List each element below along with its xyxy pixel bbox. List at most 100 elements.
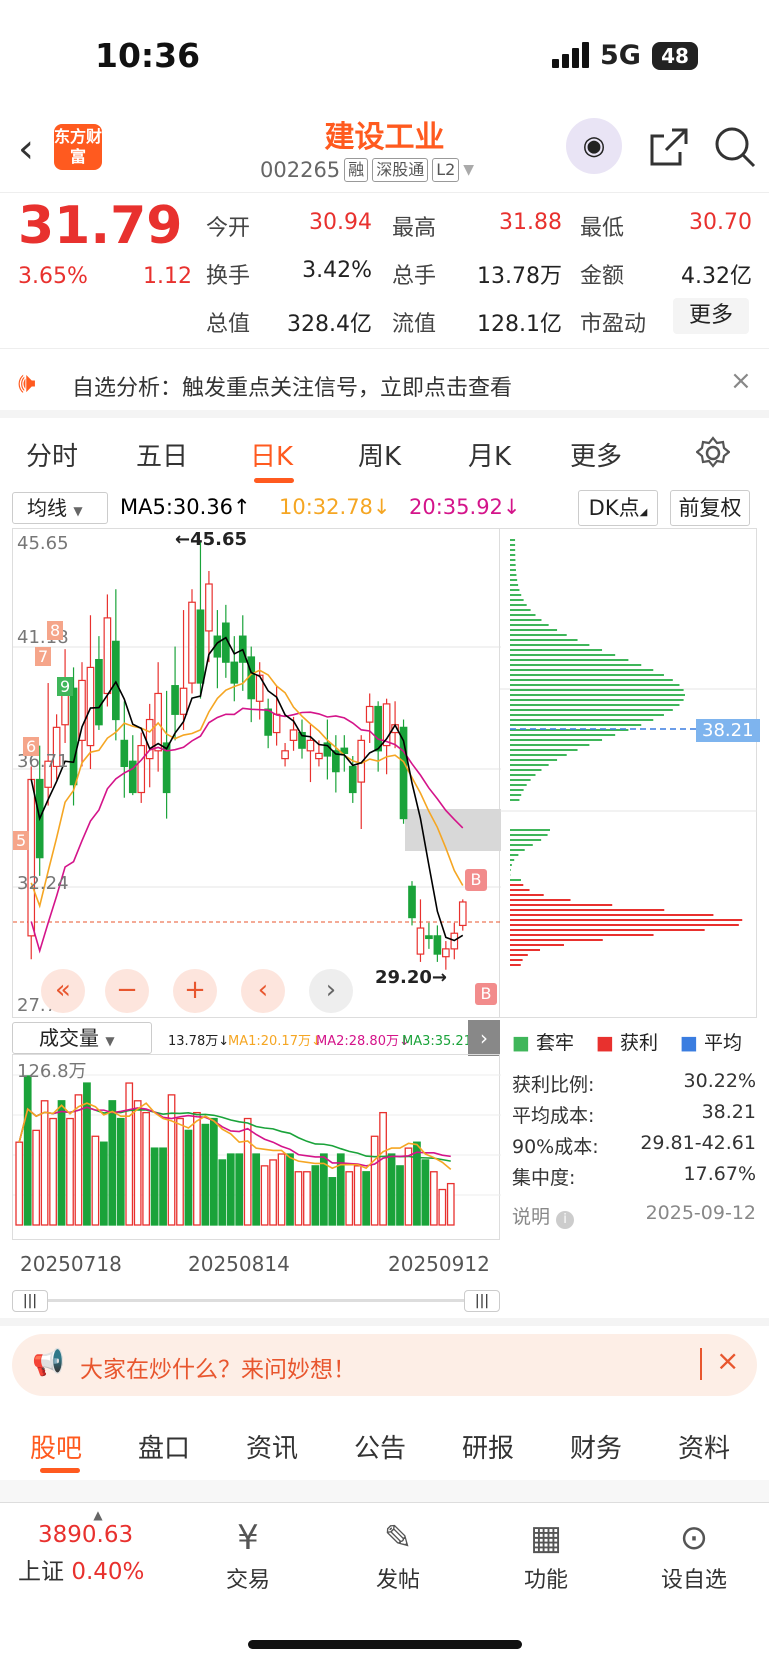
chip-stat-value: 29.81-42.61 (640, 1132, 756, 1154)
quote-label: 市盈动 (580, 312, 647, 337)
tag-connect: 深股通 (372, 158, 429, 182)
quote-label: 最低 (580, 216, 625, 241)
nav-add-watchlist[interactable]: ⊙ 设自选 (634, 1518, 754, 1594)
price-tick-1: 45.65 (17, 533, 69, 554)
tab-3[interactable]: 周K (358, 436, 401, 473)
quote-value: 30.70 (689, 210, 752, 235)
quote-value: 328.4亿 (287, 312, 372, 337)
tab-1[interactable]: 五日 (136, 436, 188, 473)
status-bar: 10:36 5G 48 (0, 0, 769, 110)
ma-select-label: 均线 (27, 496, 67, 520)
legend-locked: ■ 套牢 (512, 1032, 575, 1054)
signal-number: 7 (35, 647, 52, 666)
nav-post[interactable]: ✎ 发帖 (338, 1518, 458, 1594)
buy-marker[interactable]: B (465, 869, 487, 891)
zoom-out-button[interactable]: − (105, 969, 149, 1013)
zoom-in-button[interactable]: + (173, 969, 217, 1013)
content-tab-3[interactable]: 公告 (354, 1428, 406, 1465)
quote-label: 最高 (392, 216, 437, 241)
tab-5[interactable]: 更多 (570, 436, 622, 473)
content-tab-5[interactable]: 财务 (570, 1428, 622, 1465)
volume-chart[interactable]: 126.8万 (12, 1054, 501, 1240)
notice-text[interactable]: 自选分析：触发重点关注信号，立即点击查看 (72, 370, 512, 402)
legend-profit: ■ 获利 (596, 1032, 659, 1054)
battery-icon: 48 (652, 42, 698, 70)
date-1: 20250718 (20, 1252, 122, 1276)
ma5-label: MA5:30.36↑ (120, 495, 251, 519)
signal-number: 9 (57, 677, 74, 696)
tab-0[interactable]: 分时 (26, 436, 78, 473)
range-scrollbar[interactable]: ||| ||| (12, 1290, 500, 1312)
quote-value: 4.32亿 (681, 264, 752, 289)
dk-point-button[interactable]: DK点◢ (578, 490, 658, 526)
volume-select[interactable]: 成交量 ▼ (12, 1022, 152, 1054)
index-value: 3890.63 (38, 1522, 134, 1548)
stock-subtitle[interactable]: 002265 融 深股通 L2 ▼ (260, 158, 474, 182)
tab-2[interactable]: 日K (250, 436, 293, 473)
grid-icon: ▦ (529, 1518, 563, 1558)
price-change: 1.12 (143, 264, 192, 289)
signal-icon (552, 42, 592, 68)
nav-functions[interactable]: ▦ 功能 (486, 1518, 606, 1594)
volume-value: 13.78万↓ (168, 1034, 230, 1049)
chip-stat-label: 获利比例: (512, 1074, 595, 1096)
content-tab-0[interactable]: 股吧 (30, 1428, 82, 1465)
more-dots-icon: ⊙ (679, 1518, 709, 1558)
prev-button[interactable]: ‹ (241, 969, 285, 1013)
ma10-label: 10:32.78↓ (279, 495, 391, 519)
low-label: 29.20→ (375, 967, 448, 988)
kline-chart[interactable]: 45.65 41.18 36.71 32.24 27.77 ←45.65 29.… (12, 528, 501, 1018)
quote-label: 金额 (580, 264, 625, 289)
content-tab-2[interactable]: 资讯 (246, 1428, 298, 1465)
ma-select[interactable]: 均线 ▼ (12, 492, 108, 524)
quote-value: 30.94 (309, 210, 372, 235)
close-icon[interactable]: × (716, 1344, 739, 1377)
adjust-button[interactable]: 前复权 (670, 490, 750, 526)
expand-icon[interactable]: › (468, 1020, 500, 1056)
more-button[interactable]: 更多 (673, 298, 749, 334)
quote-label: 总手 (392, 264, 437, 289)
fast-back-button[interactable]: « (41, 969, 85, 1013)
home-indicator (248, 1640, 522, 1649)
speaker-icon: 🕪 (18, 366, 36, 399)
quote-label: 今开 (206, 216, 251, 241)
range-handle-left[interactable]: ||| (12, 1290, 48, 1312)
quote-label: 总值 (206, 312, 251, 337)
quote-value: 13.78万 (477, 264, 562, 289)
search-icon[interactable] (712, 124, 758, 170)
edit-icon: ✎ (383, 1518, 413, 1558)
quote-value: 31.88 (499, 210, 562, 235)
content-tab-6[interactable]: 资料 (678, 1428, 730, 1465)
ma20-label: 20:35.92↓ (409, 495, 521, 519)
legend-average: ■ 平均 (680, 1032, 743, 1054)
assistant-avatar-icon[interactable]: ◉ (566, 118, 622, 174)
close-icon[interactable]: × (730, 366, 752, 396)
chip-stat-value: 17.67% (683, 1163, 756, 1185)
range-handle-right[interactable]: ||| (464, 1290, 500, 1312)
tab-4[interactable]: 月K (468, 436, 511, 473)
promo-banner[interactable]: 📢 大家在炒什么？来问妙想！ × (12, 1334, 757, 1396)
yen-icon: ¥ (237, 1518, 259, 1558)
date-3: 20250912 (388, 1252, 490, 1276)
network-label: 5G (600, 40, 641, 71)
high-label: ←45.65 (175, 529, 248, 550)
next-button[interactable]: › (309, 969, 353, 1013)
stock-code: 002265 (260, 158, 341, 182)
content-tab-4[interactable]: 研报 (462, 1428, 514, 1465)
chip-note[interactable]: 说明 i (512, 1202, 575, 1229)
chip-stat-value: 38.21 (701, 1101, 756, 1123)
signal-number: 6 (23, 737, 40, 756)
content-tab-1[interactable]: 盘口 (138, 1428, 190, 1465)
nav-trade[interactable]: ¥ 交易 (188, 1518, 308, 1594)
active-tab-indicator (40, 1468, 80, 1473)
chip-stat-value: 30.22% (683, 1070, 756, 1092)
gear-icon[interactable] (696, 436, 730, 470)
index-widget[interactable]: ▲ 3890.63 上证 0.40% (18, 1508, 168, 1588)
buy-marker[interactable]: B (475, 983, 497, 1005)
share-icon[interactable] (646, 124, 692, 170)
chip-legend: ■ 套牢 ■ 获利 ■ 平均 (512, 1028, 742, 1055)
tag-margin: 融 (344, 158, 369, 182)
active-tab-indicator (254, 478, 294, 483)
current-price: 31.79 (18, 196, 183, 256)
chip-stat-label: 90%成本: (512, 1136, 599, 1158)
